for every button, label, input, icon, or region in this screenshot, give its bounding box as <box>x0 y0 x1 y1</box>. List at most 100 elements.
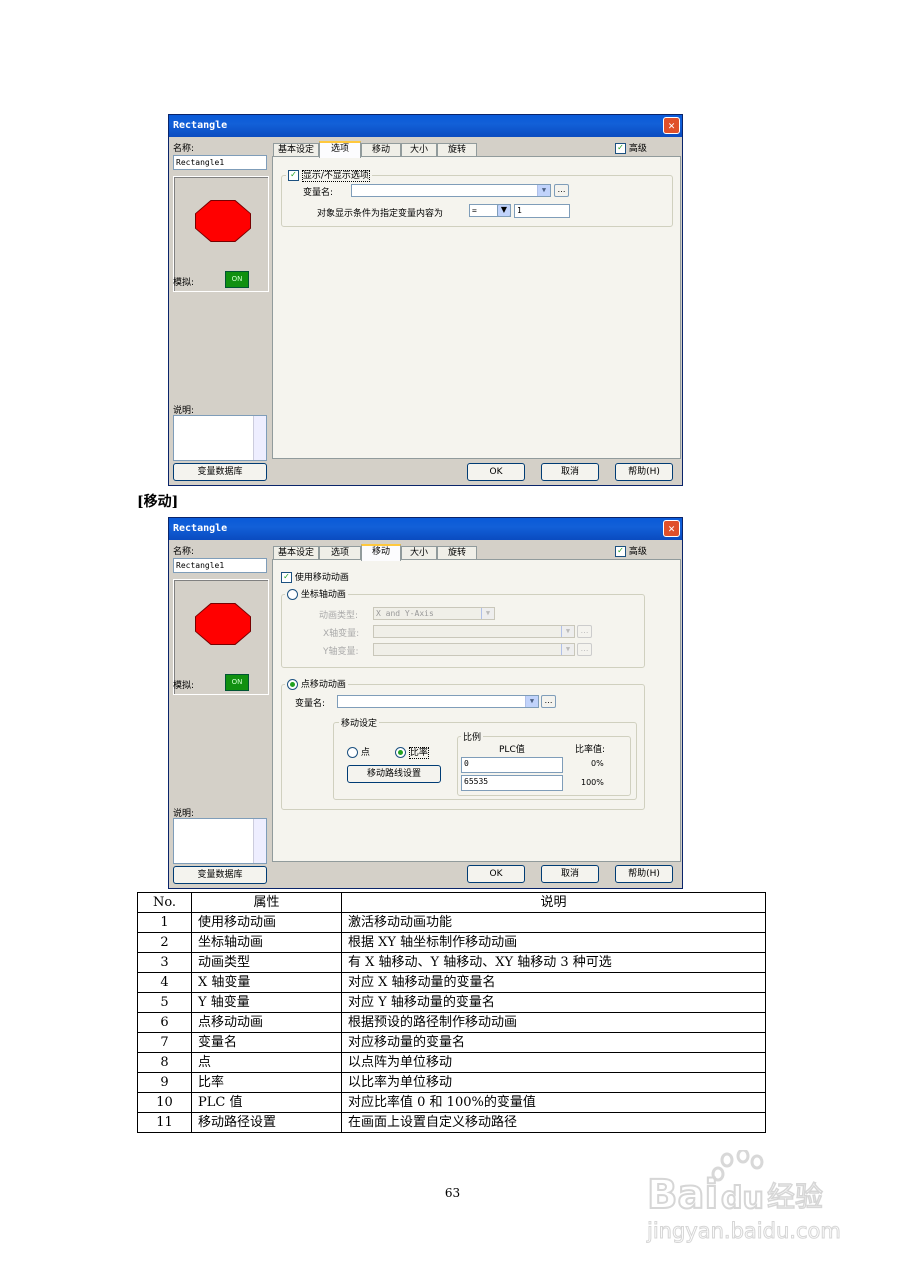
ok-button[interactable]: OK <box>467 463 525 481</box>
sim-label: 模拟: <box>173 681 195 691</box>
chevron-down-icon[interactable]: ▼ <box>561 626 574 637</box>
dialog-move: Rectangle ✕ 名称: Rectangle1 模拟: ON 说明: 变量… <box>168 517 683 889</box>
plc-value-0-field[interactable]: 0 <box>461 757 563 773</box>
point-motion-radio[interactable]: 点移动动画 <box>285 677 348 690</box>
table-row: 11 移动路径设置 在画面上设置自定义移动路径 <box>137 1112 766 1133</box>
cancel-button[interactable]: 取消 <box>541 865 599 883</box>
table-row: 8 点以点阵为单位移动 <box>137 1052 766 1073</box>
var-name-combo[interactable]: ▼ <box>351 184 551 197</box>
name-field[interactable]: Rectangle1 <box>173 558 267 573</box>
row-no: 9 <box>137 1072 192 1093</box>
dialog-title: Rectangle ✕ <box>169 518 682 540</box>
tab-basic[interactable]: 基本设定 <box>273 546 319 560</box>
check-icon: ✓ <box>615 546 626 557</box>
browse-button[interactable]: … <box>577 625 592 638</box>
variable-db-button[interactable]: 变量数据库 <box>173 463 267 481</box>
browse-button[interactable]: … <box>541 695 556 708</box>
anim-type-combo[interactable]: X and Y-Axis ▼ <box>373 607 495 620</box>
browse-button[interactable]: … <box>554 184 569 197</box>
name-field[interactable]: Rectangle1 <box>173 155 267 170</box>
ratio-value-0: 0% <box>591 759 604 768</box>
table-header-row: No. 属性 说明 <box>137 892 766 913</box>
row-no: 11 <box>137 1112 192 1133</box>
scrollbar[interactable] <box>253 416 266 460</box>
scrollbar[interactable] <box>253 819 266 863</box>
browse-button[interactable]: … <box>577 643 592 656</box>
chevron-down-icon[interactable]: ▼ <box>561 644 574 655</box>
row-property: 比率 <box>191 1072 342 1093</box>
sim-on-button[interactable]: ON <box>225 271 249 288</box>
show-hide-group <box>281 175 673 227</box>
tab-options[interactable]: 选项 <box>319 546 361 560</box>
red-octagon-shape <box>196 604 250 644</box>
row-property: 使用移动动画 <box>191 912 342 933</box>
ratio-group-title: 比例 <box>461 730 484 743</box>
chevron-down-icon[interactable]: ▼ <box>481 608 494 619</box>
table-row: 4X 轴变量 对应 X 轴移动量的变量名 <box>137 972 766 993</box>
close-icon[interactable]: ✕ <box>663 117 680 134</box>
svg-text:Bai: Bai <box>647 1172 718 1218</box>
radio-icon <box>287 679 298 690</box>
show-hide-checkbox[interactable]: ✓ 显示/不显示选项 <box>286 168 372 182</box>
ratio-radio[interactable]: 比率 <box>395 745 429 759</box>
row-no: 4 <box>137 972 192 993</box>
cancel-button[interactable]: 取消 <box>541 463 599 481</box>
tab-move[interactable]: 移动 <box>361 544 401 561</box>
tab-basic[interactable]: 基本设定 <box>273 143 319 157</box>
row-description: 根据 XY 轴坐标制作移动动画 <box>341 932 766 953</box>
var-name-label: 变量名: <box>303 188 334 198</box>
sim-on-button[interactable]: ON <box>225 674 249 691</box>
header-property: 属性 <box>191 892 342 913</box>
tab-move[interactable]: 移动 <box>361 143 401 157</box>
var-name-combo[interactable]: ▼ <box>337 695 539 708</box>
chevron-down-icon[interactable]: ▼ <box>525 696 538 707</box>
ratio-value-100: 100% <box>581 778 604 787</box>
plc-header: PLC值 <box>499 745 525 755</box>
table-row: 1 使用移动动画 激活移动动画功能 <box>137 912 766 933</box>
description-field[interactable] <box>173 818 267 864</box>
row-description: 以点阵为单位移动 <box>341 1052 766 1073</box>
table-row: 6 点移动动画 根据预设的路径制作移动动画 <box>137 1012 766 1033</box>
advanced-checkbox[interactable]: ✓ 高级 <box>615 141 647 154</box>
row-no: 3 <box>137 952 192 973</box>
tab-size[interactable]: 大小 <box>401 143 437 157</box>
svg-text:经验: 经验 <box>767 1180 823 1213</box>
chevron-down-icon[interactable]: ▼ <box>497 204 511 217</box>
chevron-down-icon[interactable]: ▼ <box>537 185 550 196</box>
axis-motion-radio[interactable]: 坐标轴动画 <box>285 587 348 600</box>
row-description: 对应移动量的变量名 <box>341 1032 766 1053</box>
close-icon[interactable]: ✕ <box>663 520 680 537</box>
x-var-combo[interactable]: ▼ <box>373 625 575 638</box>
help-button[interactable]: 帮助(H) <box>615 865 673 883</box>
condition-value-field[interactable]: 1 <box>514 204 570 218</box>
table-row: 7 变量名 对应移动量的变量名 <box>137 1032 766 1053</box>
row-no: 1 <box>137 912 192 933</box>
point-radio[interactable]: 点 <box>347 745 370 758</box>
table-row: 3 动画类型有 X 轴移动、Y 轴移动、XY 轴移动 3 种可选 <box>137 952 766 973</box>
row-description: 根据预设的路径制作移动动画 <box>341 1012 766 1033</box>
y-var-combo[interactable]: ▼ <box>373 643 575 656</box>
radio-icon <box>347 747 358 758</box>
use-motion-checkbox[interactable]: ✓ 使用移动动画 <box>281 570 349 583</box>
plc-value-100-field[interactable]: 65535 <box>461 775 563 791</box>
header-description: 说明 <box>341 892 766 913</box>
advanced-checkbox[interactable]: ✓ 高级 <box>615 544 647 557</box>
move-settings-title: 移动设定 <box>339 716 380 729</box>
description-field[interactable] <box>173 415 267 461</box>
move-panel: ✓ 使用移动动画 坐标轴动画 动画类型: X and Y-Axis ▼ X轴变量… <box>272 559 681 862</box>
name-label: 名称: <box>173 144 195 154</box>
row-description: 对应 Y 轴移动量的变量名 <box>341 992 766 1013</box>
ok-button[interactable]: OK <box>467 865 525 883</box>
tab-rotate[interactable]: 旋转 <box>437 143 477 157</box>
ratio-header: 比率值: <box>575 745 606 755</box>
variable-db-button[interactable]: 变量数据库 <box>173 866 267 884</box>
row-property: 变量名 <box>191 1032 342 1053</box>
tab-options[interactable]: 选项 <box>319 141 361 158</box>
tab-rotate[interactable]: 旋转 <box>437 546 477 560</box>
tab-size[interactable]: 大小 <box>401 546 437 560</box>
help-button[interactable]: 帮助(H) <box>615 463 673 481</box>
path-settings-button[interactable]: 移动路线设置 <box>347 765 441 783</box>
row-property: 点移动动画 <box>191 1012 342 1033</box>
row-description: 对应 X 轴移动量的变量名 <box>341 972 766 993</box>
condition-label: 对象显示条件为指定变量内容为 <box>317 209 444 219</box>
